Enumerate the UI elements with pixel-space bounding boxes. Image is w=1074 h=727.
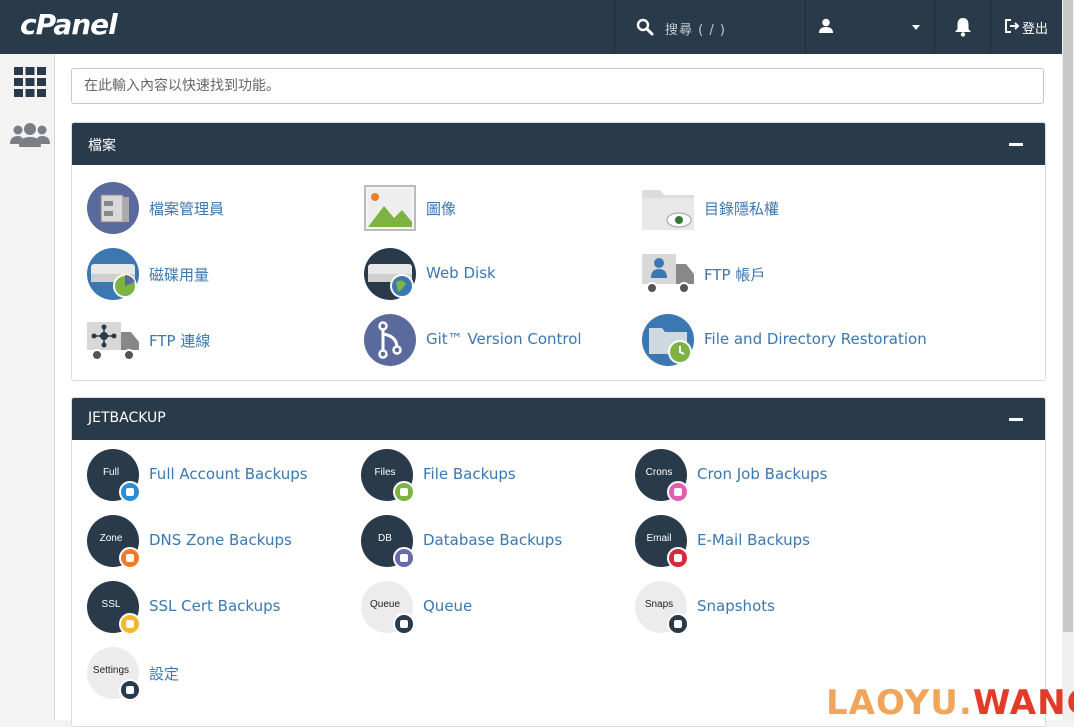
user-icon	[819, 18, 833, 33]
badge-icon	[667, 547, 689, 569]
badge-glyph	[400, 554, 408, 562]
badge-glyph	[674, 620, 682, 628]
git-icon	[364, 314, 416, 366]
badge-icon	[393, 547, 415, 569]
cpanel-logo[interactable]: cPanel	[20, 8, 118, 41]
jetbackup-icon: Zone	[87, 515, 141, 569]
jetbackup-icon: Full	[87, 449, 141, 503]
item-label: 目錄隱私權	[704, 200, 780, 218]
jetbackup-icon-text: Full	[102, 467, 120, 478]
file-manager-icon	[87, 182, 139, 234]
logout-button[interactable]: 登出	[991, 0, 1062, 54]
jetbackup-icon-text: Settings	[92, 665, 130, 676]
item-label: File Backups	[423, 465, 516, 483]
item-label: FTP 帳戶	[704, 266, 766, 284]
item-label: FTP 連線	[149, 332, 211, 350]
badge-glyph	[126, 620, 134, 628]
watermark-part2: WANG	[972, 683, 1074, 723]
jetbackup-icon: Settings	[87, 647, 141, 701]
jetbackup-icon: Crons	[635, 449, 689, 503]
main-content: 檔案 檔案管理員 圖像	[55, 54, 1062, 727]
badge-icon	[119, 481, 141, 503]
quick-find-input[interactable]	[71, 68, 1044, 104]
panel-title: JETBACKUP	[88, 410, 166, 426]
jetbackup-icon: Snaps	[635, 581, 689, 635]
jetbackup-icon: SSL	[87, 581, 141, 635]
jetbackup-icon-text: Zone	[99, 533, 123, 544]
page-scrollbar[interactable]	[1062, 0, 1074, 720]
watermark-part1: LAOYU.	[826, 683, 973, 723]
jetbackup-icon: Queue	[361, 581, 415, 635]
jetbackup-icon: DB	[361, 515, 415, 569]
tools-grid-icon[interactable]	[14, 67, 46, 97]
item-label: Web Disk	[426, 264, 496, 282]
jetbackup-icon: Files	[361, 449, 415, 503]
logout-icon	[1005, 19, 1020, 33]
notifications-button[interactable]	[935, 0, 991, 54]
top-search[interactable]: 搜尋 ( / )	[614, 0, 806, 54]
badge-icon	[393, 613, 415, 635]
jetbackup-icon-text: Snaps	[644, 599, 674, 610]
item-label: Cron Job Backups	[697, 465, 828, 483]
scrollbar-thumb[interactable]	[1063, 0, 1073, 632]
badge-glyph	[126, 554, 134, 562]
item-label: 檔案管理員	[149, 200, 225, 218]
bell-icon	[955, 18, 971, 37]
badge-icon	[667, 613, 689, 635]
search-icon	[636, 18, 654, 36]
jetbackup-icon: Email	[635, 515, 689, 569]
badge-icon	[667, 481, 689, 503]
restoration-icon	[642, 314, 694, 366]
item-label: 磁碟用量	[149, 266, 210, 284]
item-label: Git™ Version Control	[426, 330, 582, 348]
badge-icon	[119, 679, 141, 701]
badge-icon	[119, 613, 141, 635]
minus-icon[interactable]	[1009, 418, 1023, 421]
top-navbar: cPanel 搜尋 ( / ) 登出	[0, 0, 1062, 54]
jetbackup-icon-text: Queue	[369, 599, 401, 610]
item-label: Snapshots	[697, 597, 775, 615]
left-sidebar	[0, 54, 55, 720]
jetbackup-panel-header[interactable]: JETBACKUP	[72, 398, 1045, 440]
top-search-placeholder: 搜尋 ( / )	[665, 23, 726, 38]
item-label: Database Backups	[423, 531, 563, 549]
directory-privacy-icon	[642, 190, 694, 230]
badge-glyph	[400, 488, 408, 496]
badge-glyph	[674, 488, 682, 496]
item-label: 圖像	[426, 200, 457, 218]
jetbackup-icon-text: DB	[378, 533, 392, 544]
badge-glyph	[126, 488, 134, 496]
jetbackup-panel: JETBACKUP Full Full Account Backups Files F…	[71, 397, 1046, 727]
badge-glyph	[126, 686, 134, 694]
badge-icon	[393, 481, 415, 503]
chevron-down-icon	[912, 25, 920, 30]
jetbackup-icon-text: Crons	[645, 467, 673, 478]
files-panel-header[interactable]: 檔案	[72, 123, 1045, 165]
panel-title: 檔案	[88, 138, 116, 154]
badge-glyph	[674, 554, 682, 562]
item-label: Full Account Backups	[149, 465, 308, 483]
logout-label: 登出	[1022, 22, 1049, 37]
badge-glyph	[400, 620, 408, 628]
item-label: DNS Zone Backups	[149, 531, 292, 549]
ftp-accounts-icon	[642, 254, 694, 294]
watermark: LAOYU.WANG	[826, 683, 1074, 723]
minus-icon[interactable]	[1009, 143, 1023, 146]
disk-usage-icon	[87, 248, 139, 300]
badge-icon	[119, 547, 141, 569]
web-disk-icon	[364, 248, 416, 300]
user-menu[interactable]	[805, 0, 935, 54]
files-panel: 檔案 檔案管理員 圖像 目錄隱私權 磁碟用量 Web Disk FTP 帳戶 F…	[71, 122, 1046, 381]
item-label: 設定	[149, 665, 180, 683]
images-icon	[364, 185, 416, 231]
item-label: E-Mail Backups	[697, 531, 810, 549]
jetbackup-icon-text: Files	[374, 467, 396, 478]
jetbackup-icon-text: Email	[646, 533, 672, 544]
users-icon[interactable]	[10, 122, 50, 148]
item-label: File and Directory Restoration	[704, 330, 927, 348]
jetbackup-icon-text: SSL	[101, 599, 121, 610]
ftp-connections-icon	[87, 322, 139, 361]
item-label: Queue	[423, 597, 473, 615]
item-label: SSL Cert Backups	[149, 597, 281, 615]
